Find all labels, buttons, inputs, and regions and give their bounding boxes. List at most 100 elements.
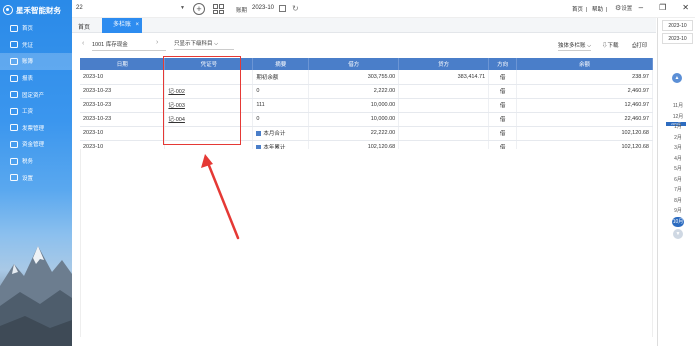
minimize-icon[interactable]: – (639, 3, 643, 12)
sidebar-item-salary[interactable]: 工资 (0, 103, 72, 120)
month-item[interactable]: 6月 (671, 175, 685, 186)
top-link-home[interactable]: 首页 (572, 7, 583, 13)
sidebar-item-home[interactable]: 首页 (0, 20, 72, 37)
cell-debit: 2,222.00 (308, 84, 400, 99)
report-icon (10, 74, 18, 82)
chevron-down-icon[interactable]: ▼ (673, 228, 683, 239)
asset-icon (10, 91, 18, 99)
account-selector[interactable]: 22 (76, 5, 83, 11)
salary-icon (10, 107, 18, 115)
sidebar-item-tax[interactable]: 税务 (0, 153, 72, 170)
tab-home[interactable]: 首页 (78, 22, 90, 31)
sidebar-item-label: 首页 (22, 26, 34, 33)
chevron-down-icon: ⌵ (214, 41, 219, 47)
sidebar-item-report[interactable]: 报表 (0, 70, 72, 87)
grid-icon[interactable] (213, 4, 224, 14)
mountain-background (0, 246, 72, 346)
table-empty-area (80, 149, 653, 337)
period-to[interactable]: 2023-10 (662, 33, 693, 44)
brand-name: 星禾智能财务 (16, 5, 61, 15)
tab-multi-column-ledger[interactable]: 多栏账 × (102, 18, 142, 33)
close-window-icon[interactable]: ✕ (682, 3, 689, 12)
sidebar-item-fixed-assets[interactable]: 固定资产 (0, 86, 72, 103)
invoice-icon (10, 124, 18, 132)
cell-date: 2023-10 (80, 126, 166, 141)
period-from[interactable]: 2023-10 (662, 20, 693, 31)
brand-logo[interactable]: 星禾智能财务 (0, 0, 72, 20)
chevron-right-icon[interactable]: › (156, 39, 158, 46)
cell-summary: 0 (252, 112, 310, 127)
tab-label: 多栏账 (113, 22, 132, 28)
chevron-down-icon[interactable]: ▼ (180, 5, 185, 11)
settings-label: 设置 (621, 6, 633, 12)
sidebar-item-fund[interactable]: 资金管理 (0, 136, 72, 153)
cell-direction: 借 (488, 84, 518, 99)
chart-icon (256, 131, 262, 137)
download-button[interactable]: ⇩下载 (602, 41, 619, 49)
cell-date: 2023-10-23 (80, 98, 166, 113)
month-item[interactable]: 7月 (671, 185, 685, 196)
sidebar-item-label: 税务 (22, 159, 34, 166)
month-items: 11月 12月 1月 2月 3月 4月 5月 6月 7月 8月 9月 10月 ▼ (671, 101, 685, 239)
sidebar-item-label: 报表 (22, 76, 34, 83)
col-direction: 方向 (488, 58, 518, 70)
sidebar-item-voucher[interactable]: 凭证 (0, 37, 72, 54)
month-item[interactable]: 2月 (671, 133, 685, 144)
month-item[interactable]: 9月 (671, 206, 685, 217)
window-controls: – ❐ ✕ (639, 3, 689, 12)
period-label: 账期 (236, 8, 248, 14)
cell-credit (398, 84, 490, 99)
subject-level-select[interactable]: 只显示下级科目 ⌵ (174, 39, 234, 50)
close-icon[interactable]: × (135, 18, 139, 33)
account-subject-select[interactable]: 1001 库存现金 (92, 40, 166, 51)
chevron-up-icon[interactable]: ▲ (672, 73, 682, 83)
cell-balance: 238.97 (516, 70, 653, 85)
month-item[interactable]: 3月 (671, 143, 685, 154)
annotation-highlight-box (163, 56, 241, 145)
account-subject-value: 1001 库存现金 (92, 42, 128, 48)
add-circle-icon[interactable]: + (193, 3, 205, 15)
settings-link[interactable]: ⚙设置 (615, 4, 632, 12)
settings-icon (10, 174, 18, 182)
sidebar-item-label: 凭证 (22, 42, 34, 49)
chevron-left-icon[interactable]: ‹ (82, 40, 84, 47)
col-summary: 摘要 (252, 58, 310, 70)
period-panel: 2023-10 2023-10 ▲ 2023年 11月 12月 1月 2月 3月… (657, 18, 695, 346)
sidebar-item-ledger[interactable]: 账簿 (0, 53, 72, 70)
cell-direction: 借 (488, 98, 518, 113)
sidebar-item-label: 账簿 (22, 59, 34, 66)
multi-mode-label: 独体多栏账 (558, 43, 586, 49)
month-item[interactable]: 1月 (671, 122, 685, 133)
top-links: 首页 | 帮助 | (572, 5, 610, 13)
cell-debit: 10,000.00 (308, 112, 400, 127)
restore-icon[interactable]: ❐ (659, 3, 666, 12)
cell-summary: 111 (252, 98, 310, 113)
calendar-icon[interactable] (279, 5, 286, 12)
month-item[interactable]: 5月 (671, 164, 685, 175)
cell-credit (398, 126, 490, 141)
cell-credit (398, 112, 490, 127)
month-item-selected[interactable]: 10月 (672, 216, 684, 227)
sidebar-item-settings[interactable]: 设置 (0, 169, 72, 186)
month-item[interactable]: 4月 (671, 154, 685, 165)
separator: | (606, 7, 608, 13)
print-button[interactable]: ⎙打印 (632, 41, 647, 50)
month-item[interactable]: 8月 (671, 196, 685, 207)
month-item[interactable]: 12月 (671, 112, 685, 123)
period-value[interactable]: 2023-10 (252, 5, 274, 11)
multi-column-mode-select[interactable]: 独体多栏账 ⌵ (558, 41, 592, 51)
cell-date: 2023-10-23 (80, 112, 166, 127)
refresh-icon[interactable]: ↻ (292, 4, 299, 13)
sidebar-item-label: 设置 (22, 175, 34, 182)
sidebar-item-invoice[interactable]: 发票管理 (0, 120, 72, 137)
logo-icon (3, 5, 13, 15)
top-link-help[interactable]: 帮助 (592, 7, 603, 13)
cell-summary: 0 (252, 84, 310, 99)
subject-level-value: 只显示下级科目 (174, 41, 213, 47)
ledger-icon (10, 57, 18, 65)
cell-date: 2023-10 (80, 70, 166, 85)
month-item[interactable]: 11月 (671, 101, 685, 112)
col-credit: 贷方 (398, 58, 490, 70)
sidebar-item-label: 发票管理 (22, 125, 45, 132)
summary-text: 本月合计 (263, 131, 286, 137)
